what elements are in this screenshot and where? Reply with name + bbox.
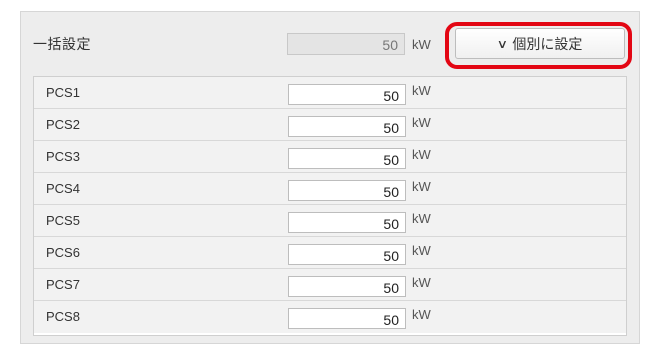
pcs-value-field[interactable]: 50 <box>288 148 406 169</box>
set-individually-label: 個別に設定 <box>512 36 583 53</box>
pcs-label: PCS3 <box>46 149 80 164</box>
pcs-row: PCS7 50 kW <box>34 269 626 301</box>
pcs-row: PCS8 50 kW <box>34 301 626 333</box>
pcs-value-field[interactable]: 50 <box>288 84 406 105</box>
pcs-label: PCS6 <box>46 245 80 260</box>
set-individually-button[interactable]: ∨ 個別に設定 <box>455 28 625 59</box>
pcs-value-field[interactable]: 50 <box>288 276 406 297</box>
pcs-label: PCS4 <box>46 181 80 196</box>
pcs-unit-label: kW <box>412 179 431 194</box>
pcs-value-field[interactable]: 50 <box>288 244 406 265</box>
output-settings-panel: 一括設定 50 kW ∨ 個別に設定 PCS1 50 kW PCS2 50 kW… <box>20 11 640 344</box>
pcs-row: PCS2 50 kW <box>34 109 626 141</box>
pcs-value-field[interactable]: 50 <box>288 180 406 201</box>
bulk-setting-label: 一括設定 <box>33 37 91 53</box>
chevron-down-icon: ∨ <box>496 36 508 51</box>
pcs-value-field[interactable]: 50 <box>288 212 406 233</box>
bulk-value-field[interactable]: 50 <box>287 33 405 55</box>
pcs-label: PCS1 <box>46 85 80 100</box>
pcs-value-field[interactable]: 50 <box>288 308 406 329</box>
pcs-unit-label: kW <box>412 83 431 98</box>
bulk-unit-label: kW <box>412 37 431 52</box>
pcs-row: PCS1 50 kW <box>34 77 626 109</box>
pcs-label: PCS5 <box>46 213 80 228</box>
pcs-row: PCS3 50 kW <box>34 141 626 173</box>
pcs-label: PCS8 <box>46 309 80 324</box>
pcs-unit-label: kW <box>412 211 431 226</box>
pcs-row: PCS4 50 kW <box>34 173 626 205</box>
pcs-list: PCS1 50 kW PCS2 50 kW PCS3 50 kW PCS4 50… <box>33 76 627 336</box>
pcs-value-field[interactable]: 50 <box>288 116 406 137</box>
bulk-setting-row: 一括設定 50 kW ∨ 個別に設定 <box>21 12 639 74</box>
pcs-unit-label: kW <box>412 115 431 130</box>
pcs-unit-label: kW <box>412 147 431 162</box>
pcs-unit-label: kW <box>412 243 431 258</box>
pcs-row: PCS5 50 kW <box>34 205 626 237</box>
pcs-label: PCS2 <box>46 117 80 132</box>
pcs-label: PCS7 <box>46 277 80 292</box>
pcs-unit-label: kW <box>412 275 431 290</box>
pcs-unit-label: kW <box>412 307 431 322</box>
pcs-row: PCS6 50 kW <box>34 237 626 269</box>
